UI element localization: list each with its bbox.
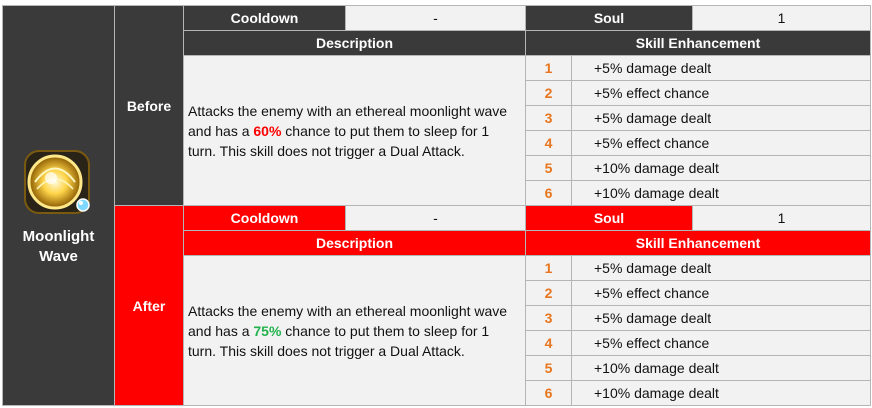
enhancement-level: 2 [525,280,572,306]
enhancement-text: +5% damage dealt [571,105,871,131]
soul-value: 1 [692,5,871,31]
cooldown-label: Cooldown [183,5,346,31]
enhancement-text: +5% effect chance [571,130,871,156]
cooldown-value: - [345,5,526,31]
skill-description: Attacks the enemy with an ethereal moonl… [183,55,526,206]
effect-chance-highlight: 75% [253,322,282,339]
skill-comparison-table: Moonlight Wave Before Cooldown - Soul 1 … [2,5,871,406]
skill-name-cell: Moonlight Wave [2,5,115,406]
enhancement-level: 6 [525,180,572,206]
enhancement-text: +5% effect chance [571,280,871,306]
enhancement-text: +10% damage dealt [571,180,871,206]
skill-description: Attacks the enemy with an ethereal moonl… [183,255,526,406]
enhancement-level: 4 [525,130,572,156]
enhancement-text: +5% damage dealt [571,255,871,281]
moonlight-wave-skill-icon [23,149,90,214]
enhancement-text: +5% damage dealt [571,55,871,81]
cooldown-value: - [345,205,526,231]
enhancement-text: +5% effect chance [571,330,871,356]
enhancement-header: Skill Enhancement [525,30,871,56]
description-header: Description [183,230,526,256]
soul-label: Soul [525,5,693,31]
enhancement-text: +5% damage dealt [571,305,871,331]
enhancement-level: 3 [525,305,572,331]
phase-after-label: After [114,205,184,406]
enhancement-text: +10% damage dealt [571,355,871,381]
description-header: Description [183,30,526,56]
skill-name-line2: Wave [39,247,78,265]
enhancement-text: +10% damage dealt [571,380,871,406]
enhancement-level: 1 [525,55,572,81]
effect-chance-highlight: 60% [253,122,282,139]
enhancement-level: 4 [525,330,572,356]
soul-value: 1 [692,205,871,231]
soul-label: Soul [525,205,693,231]
enhancement-level: 1 [525,255,572,281]
enhancement-level: 6 [525,380,572,406]
cooldown-label: Cooldown [183,205,346,231]
enhancement-header: Skill Enhancement [525,230,871,256]
phase-before-label: Before [114,5,184,206]
enhancement-text: +10% damage dealt [571,155,871,181]
enhancement-text: +5% effect chance [571,80,871,106]
skill-name-line1: Moonlight [22,227,95,245]
enhancement-level: 5 [525,355,572,381]
enhancement-level: 3 [525,105,572,131]
enhancement-level: 2 [525,80,572,106]
enhancement-level: 5 [525,155,572,181]
